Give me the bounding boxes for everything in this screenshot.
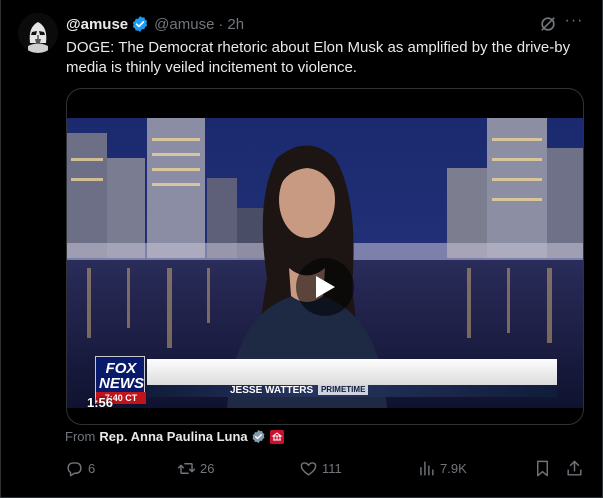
avatar[interactable] bbox=[18, 13, 58, 53]
post-header: @amuse @amuse · 2h bbox=[66, 14, 244, 34]
video-frame[interactable]: FOX NEWS 7:40 CT JESSE WATTERS PRIMETIME bbox=[67, 118, 583, 408]
grok-icon[interactable] bbox=[538, 14, 558, 34]
share-button[interactable] bbox=[565, 457, 588, 479]
reply-icon bbox=[67, 461, 82, 476]
views-icon bbox=[420, 460, 434, 476]
views-count: 7.9K bbox=[440, 460, 467, 476]
repost-button[interactable]: 26 bbox=[177, 457, 214, 479]
attribution-prefix: From bbox=[65, 429, 96, 444]
like-icon bbox=[300, 461, 317, 476]
news-lower-third: FOX NEWS 7:40 CT JESSE WATTERS PRIMETIME bbox=[95, 356, 557, 404]
show-tag: PRIMETIME bbox=[317, 385, 369, 396]
reply-button[interactable]: 6 bbox=[65, 457, 95, 479]
post-text: DOGE: The Democrat rhetoric about Elon M… bbox=[66, 39, 571, 76]
video-player[interactable]: FOX NEWS 7:40 CT JESSE WATTERS PRIMETIME… bbox=[66, 88, 584, 425]
share-icon bbox=[567, 460, 582, 476]
attribution-name[interactable]: Rep. Anna Paulina Luna bbox=[99, 429, 247, 444]
bookmark-button[interactable] bbox=[533, 457, 556, 479]
government-badge-icon bbox=[269, 429, 284, 444]
fox-logo-text: FOX NEWS bbox=[99, 360, 144, 392]
display-name[interactable]: @amuse bbox=[66, 16, 128, 33]
play-button[interactable] bbox=[296, 258, 354, 316]
video-attribution: From Rep. Anna Paulina Luna bbox=[65, 429, 284, 444]
chyron-bar bbox=[147, 359, 557, 385]
views-button[interactable]: 7.9K bbox=[417, 457, 467, 479]
post-container[interactable]: @amuse @amuse · 2h ··· DOGE: The Democra… bbox=[0, 0, 603, 498]
verified-badge-icon bbox=[252, 429, 265, 444]
verified-badge-icon bbox=[133, 16, 148, 32]
more-icon[interactable]: ··· bbox=[563, 13, 585, 34]
like-count: 111 bbox=[322, 460, 342, 476]
play-icon bbox=[316, 276, 335, 298]
reply-count: 6 bbox=[88, 460, 96, 476]
action-bar: 6 26 111 7.9K bbox=[65, 457, 585, 479]
post-timestamp[interactable]: 2h bbox=[227, 16, 244, 33]
stormtrooper-avatar-icon bbox=[18, 13, 58, 53]
user-handle[interactable]: @amuse bbox=[154, 16, 214, 33]
repost-count: 26 bbox=[200, 460, 215, 476]
bookmark-icon bbox=[537, 460, 548, 476]
video-duration: 1:56 bbox=[87, 395, 114, 410]
repost-icon bbox=[177, 462, 196, 474]
show-name: JESSE WATTERS bbox=[230, 385, 314, 396]
header-separator: · bbox=[218, 15, 224, 33]
like-button[interactable]: 111 bbox=[299, 457, 342, 479]
show-title: JESSE WATTERS PRIMETIME bbox=[230, 385, 369, 397]
